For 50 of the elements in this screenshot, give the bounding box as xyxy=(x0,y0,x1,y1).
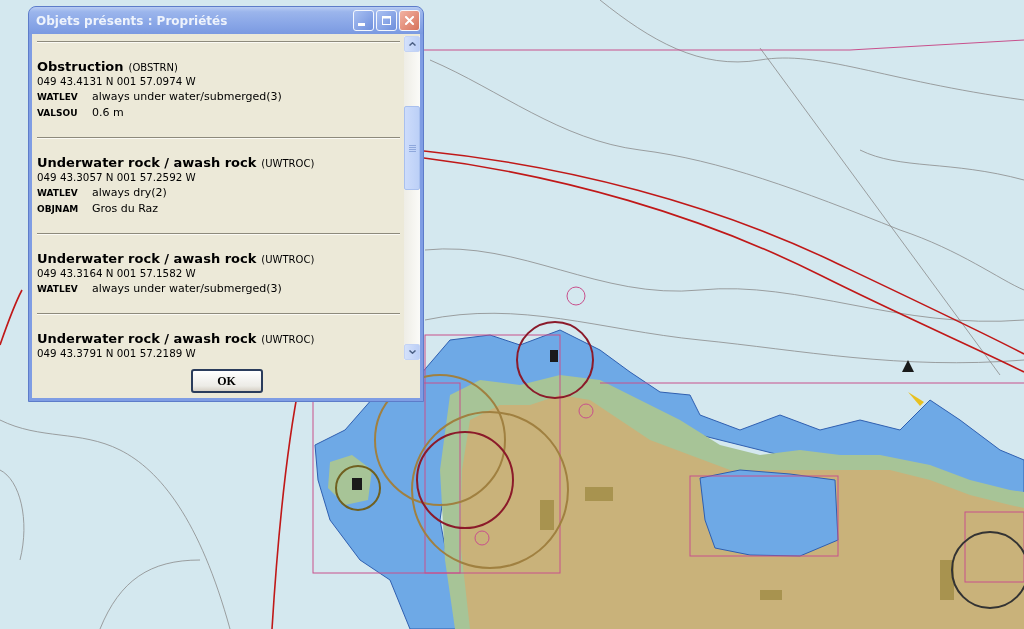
scroll-down-button[interactable] xyxy=(404,344,420,360)
object-name: Underwater rock / awash rock xyxy=(37,251,257,267)
route-line xyxy=(0,289,23,346)
object-position: 049 43.4131 N 001 57.0974 W xyxy=(37,75,196,87)
light-flare-icon xyxy=(908,392,924,406)
object-code: (OBSTRN) xyxy=(128,61,178,75)
chevron-up-icon xyxy=(408,42,416,46)
maximize-icon xyxy=(382,16,391,25)
attribute-key: WATLEV xyxy=(37,89,78,105)
attribute-key: VALSOU xyxy=(37,105,78,121)
object-code: (UWTROC) xyxy=(261,253,315,267)
grip-icon xyxy=(408,144,416,152)
attribute-value: always under water/submerged(3) xyxy=(92,89,282,105)
islet-area xyxy=(328,455,372,505)
hazard-ring-icon xyxy=(474,530,490,546)
close-button[interactable] xyxy=(399,10,420,31)
close-icon xyxy=(405,16,414,25)
attribute-key: OBJNAM xyxy=(37,201,79,217)
attribute-value: Gros du Raz xyxy=(92,201,159,217)
attribute-key: WATLEV xyxy=(37,281,78,297)
building-block xyxy=(540,500,554,530)
building-block xyxy=(585,487,613,501)
object-name: Underwater rock / awash rock xyxy=(37,331,257,347)
object-position: 049 43.3164 N 001 57.1582 W xyxy=(37,267,196,279)
object-code: (UWTROC) xyxy=(261,157,315,171)
window-title: Objets présents : Propriétés xyxy=(36,13,229,28)
object-code: (UWTROC) xyxy=(261,333,315,347)
chevron-down-icon xyxy=(408,350,416,354)
attribute-value: always dry(2) xyxy=(92,185,167,201)
square-marker-icon xyxy=(550,350,558,362)
attribute-value: 0.6 m xyxy=(92,105,124,121)
triangle-marker-icon xyxy=(902,360,914,372)
scrollbar-thumb[interactable] xyxy=(404,106,420,190)
building-block xyxy=(760,590,782,600)
attribute-value: always under water/submerged(3) xyxy=(92,281,282,297)
object-position: 049 43.3791 N 001 57.2189 W xyxy=(37,347,196,359)
building-block xyxy=(940,560,954,600)
object-name: Underwater rock / awash rock xyxy=(37,155,257,171)
minimize-button[interactable] xyxy=(353,10,374,31)
hazard-ring-icon xyxy=(566,286,586,306)
scroll-up-button[interactable] xyxy=(404,36,420,52)
ok-button[interactable]: OK xyxy=(190,369,263,393)
attribute-key: WATLEV xyxy=(37,185,78,201)
minimize-icon xyxy=(358,23,365,26)
square-marker-icon xyxy=(352,478,362,490)
object-name: Obstruction xyxy=(37,59,124,75)
hazard-ring-icon xyxy=(578,403,594,419)
object-position: 049 43.3057 N 001 57.2592 W xyxy=(37,171,196,183)
area-boundary xyxy=(964,511,1024,583)
maximize-button[interactable] xyxy=(376,10,397,31)
